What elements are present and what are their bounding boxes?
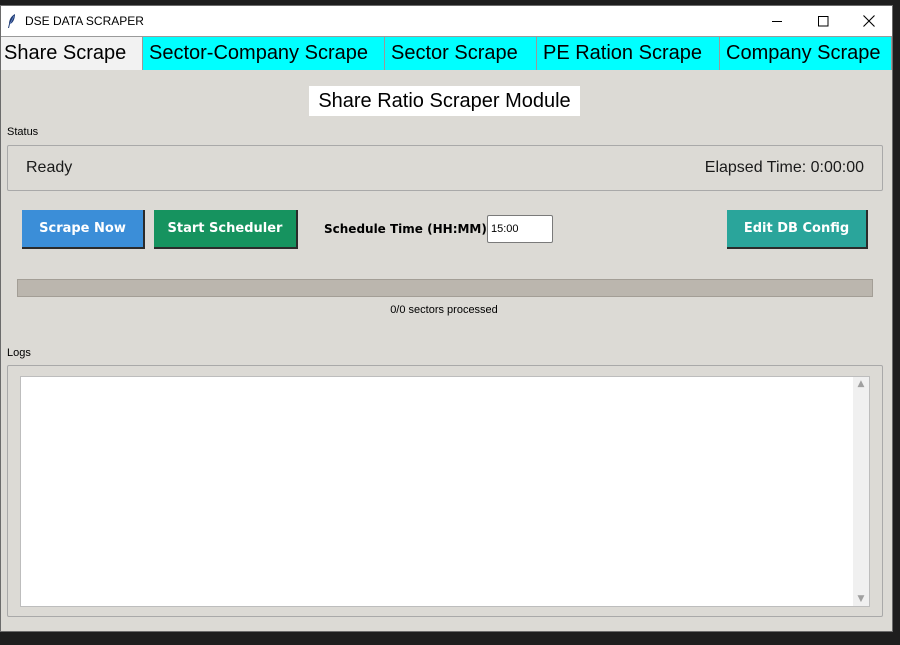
logs-textarea[interactable]: ▲ ▼ xyxy=(20,376,870,607)
schedule-time-label: Schedule Time (HH:MM): xyxy=(324,222,492,236)
elapsed-time: Elapsed Time: 0:00:00 xyxy=(704,159,864,176)
tab-label: Sector-Company Scrape xyxy=(149,42,368,64)
progress-text: 0/0 sectors processed xyxy=(390,304,498,316)
tab-share-scrape[interactable]: Share Scrape xyxy=(1,36,143,70)
feather-icon xyxy=(1,6,23,36)
tab-sector-company-scrape[interactable]: Sector-Company Scrape xyxy=(143,36,385,70)
background-editor-bottom xyxy=(0,631,900,645)
tab-sector-scrape[interactable]: Sector Scrape xyxy=(385,36,537,70)
scrape-now-button[interactable]: Scrape Now xyxy=(22,210,145,249)
tab-label: PE Ration Scrape xyxy=(543,42,702,64)
window-controls xyxy=(754,6,892,36)
maximize-button[interactable] xyxy=(800,6,846,36)
app-window: DSE DATA SCRAPER Share Scrape Sector-Com… xyxy=(0,5,893,632)
tab-label: Sector Scrape xyxy=(391,42,518,64)
progress-bar xyxy=(17,279,873,297)
tab-company-scrape[interactable]: Company Scrape xyxy=(720,36,892,70)
scroll-up-icon[interactable]: ▲ xyxy=(858,379,865,389)
logs-scrollbar[interactable]: ▲ ▼ xyxy=(853,377,869,606)
close-button[interactable] xyxy=(846,6,892,36)
schedule-time-input[interactable] xyxy=(487,215,553,243)
status-label: Status xyxy=(7,126,39,138)
title-bar[interactable]: DSE DATA SCRAPER xyxy=(1,6,892,36)
edit-db-config-button[interactable]: Edit DB Config xyxy=(727,210,868,249)
tab-label: Company Scrape xyxy=(726,42,881,64)
tab-pe-ration-scrape[interactable]: PE Ration Scrape xyxy=(537,36,720,70)
status-text: Ready xyxy=(26,159,73,176)
status-panel: Ready Elapsed Time: 0:00:00 xyxy=(7,145,883,191)
tab-bar: Share Scrape Sector-Company Scrape Secto… xyxy=(1,36,892,70)
background-editor-edge xyxy=(892,0,900,645)
logs-panel: ▲ ▼ xyxy=(7,365,883,617)
maximize-icon xyxy=(817,12,829,31)
tab-label: Share Scrape xyxy=(4,42,127,64)
minimize-button[interactable] xyxy=(754,6,800,36)
window-title: DSE DATA SCRAPER xyxy=(25,14,144,28)
minimize-icon xyxy=(771,12,783,31)
close-icon xyxy=(863,12,875,31)
start-scheduler-button[interactable]: Start Scheduler xyxy=(154,210,298,249)
scroll-down-icon[interactable]: ▼ xyxy=(858,594,865,604)
module-title: Share Ratio Scraper Module xyxy=(309,86,580,116)
logs-label: Logs xyxy=(7,347,31,359)
